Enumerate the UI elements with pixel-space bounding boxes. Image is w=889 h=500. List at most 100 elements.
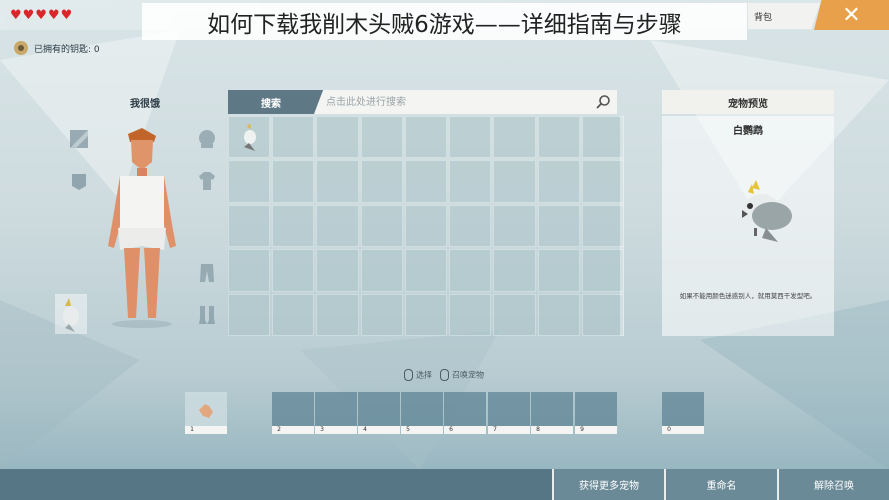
- pet-preview-title: 宠物预览: [728, 98, 768, 110]
- inventory-slot[interactable]: [272, 293, 315, 336]
- inventory-slot[interactable]: [493, 204, 536, 248]
- inventory-slot[interactable]: [404, 116, 448, 159]
- hotbar-slot[interactable]: 5: [401, 392, 443, 434]
- inventory-slot[interactable]: [272, 249, 315, 292]
- shirt-slot-icon[interactable]: [196, 170, 218, 192]
- pet-preview-header: 宠物预览: [662, 90, 834, 114]
- search-box: [314, 90, 617, 114]
- inventory-slot[interactable]: [581, 204, 624, 248]
- inventory-slot[interactable]: [228, 204, 271, 248]
- pet-preview-panel: 白鹦鹉 如果不能用颜色迷惑别人，就用莫西干发型吧。: [662, 116, 834, 336]
- hotbar-slot-number: 1: [190, 426, 194, 433]
- cockatoo-pet-image: [742, 180, 792, 242]
- weapon-slot-icon[interactable]: [68, 128, 90, 150]
- pet-name: 白鹦鹉: [733, 126, 763, 137]
- inventory-slot[interactable]: [360, 293, 403, 336]
- inventory-slot[interactable]: [581, 116, 624, 159]
- head-slot-icon[interactable]: [196, 128, 218, 150]
- inventory-slot[interactable]: [581, 249, 624, 292]
- inventory-slot[interactable]: [537, 293, 580, 336]
- inventory-slot[interactable]: [404, 204, 448, 248]
- inventory-slot[interactable]: [537, 116, 580, 159]
- hotbar-slot[interactable]: 0: [662, 392, 704, 434]
- inventory-slot[interactable]: [493, 293, 536, 336]
- search-input[interactable]: [326, 90, 586, 114]
- summon-hint: 召唤宠物: [440, 369, 484, 381]
- inventory-grid: [228, 116, 624, 336]
- inventory-slot[interactable]: [449, 293, 492, 336]
- keys-label: 已拥有的钥匙: 0: [34, 44, 100, 55]
- hotbar-slot-number: 8: [536, 426, 540, 433]
- rename-button[interactable]: 重命名: [664, 469, 777, 500]
- select-hint-label: 选择: [416, 370, 432, 380]
- inventory-slot[interactable]: [228, 160, 271, 203]
- hotbar-slot-number: 7: [493, 426, 497, 433]
- cockatoo-pet-icon: [244, 123, 256, 151]
- inventory-slot[interactable]: [537, 160, 580, 203]
- character-status: 我很饿: [130, 99, 160, 110]
- armor-slot-icon[interactable]: [68, 170, 90, 192]
- inventory-slot[interactable]: [493, 160, 536, 203]
- inventory-slot[interactable]: [360, 204, 403, 248]
- page-title-banner: 如何下载我削木头贼6游戏——详细指南与步骤: [142, 3, 747, 40]
- hotbar-slot[interactable]: 3: [315, 392, 357, 434]
- inventory-slot[interactable]: [316, 160, 359, 203]
- key-icon: [14, 41, 28, 55]
- hotbar-slot[interactable]: 7: [488, 392, 530, 434]
- inventory-slot[interactable]: [537, 204, 580, 248]
- inventory-slot[interactable]: [272, 160, 315, 203]
- inventory-slot[interactable]: [360, 116, 403, 159]
- hotbar-slot[interactable]: 9: [575, 392, 617, 434]
- inventory-slot[interactable]: [316, 249, 359, 292]
- hotbar-slot[interactable]: 4: [358, 392, 400, 434]
- hand-icon: [199, 404, 213, 418]
- get-more-pets-label: 获得更多宠物: [579, 481, 639, 492]
- inventory-slot[interactable]: [404, 249, 448, 292]
- mouse-left-icon: [404, 369, 413, 381]
- inventory-slot[interactable]: [493, 249, 536, 292]
- inventory-slot[interactable]: [404, 160, 448, 203]
- inventory-slot[interactable]: [360, 160, 403, 203]
- inventory-slot[interactable]: [316, 116, 359, 159]
- hotbar-slot-number: 9: [580, 426, 584, 433]
- boots-slot-icon[interactable]: [196, 304, 218, 326]
- search-tab[interactable]: 搜索: [228, 90, 324, 114]
- inventory-slot[interactable]: [316, 204, 359, 248]
- inventory-slot[interactable]: [449, 160, 492, 203]
- inventory-slot[interactable]: [360, 249, 403, 292]
- inventory-slot[interactable]: [449, 116, 492, 159]
- get-more-pets-button[interactable]: 获得更多宠物: [552, 469, 664, 500]
- hotbar-slot[interactable]: 8: [531, 392, 573, 434]
- inventory-slot[interactable]: [404, 293, 448, 336]
- hotbar-slot[interactable]: 2: [272, 392, 314, 434]
- close-icon: ✕: [842, 2, 861, 28]
- inventory-slot[interactable]: [316, 293, 359, 336]
- player-character: [108, 128, 176, 328]
- inventory-slot[interactable]: [493, 116, 536, 159]
- pet-equip-slot[interactable]: [55, 294, 87, 334]
- pet-description: 如果不能用颜色迷惑别人，就用莫西干发型吧。: [679, 292, 817, 300]
- inventory-slot[interactable]: [581, 293, 624, 336]
- inventory-slot[interactable]: [449, 249, 492, 292]
- rename-label: 重命名: [706, 481, 737, 492]
- dismiss-pet-button[interactable]: 解除召唤: [777, 469, 889, 500]
- inventory-slot[interactable]: [581, 160, 624, 203]
- pants-slot-icon[interactable]: [196, 262, 218, 284]
- inventory-slot[interactable]: [228, 249, 271, 292]
- close-button[interactable]: ✕: [814, 0, 889, 30]
- search-icon[interactable]: [595, 94, 611, 110]
- tab-bag[interactable]: 背包: [748, 3, 820, 29]
- summon-hint-label: 召唤宠物: [452, 370, 484, 380]
- hotbar-slot-number: 6: [449, 426, 453, 433]
- inventory-slot[interactable]: [449, 204, 492, 248]
- inventory-slot[interactable]: [272, 116, 315, 159]
- inventory-slot[interactable]: [228, 116, 271, 159]
- inventory-slot[interactable]: [228, 293, 271, 336]
- hotbar-slot[interactable]: 1: [185, 392, 227, 434]
- control-hints: 选择 召唤宠物: [404, 369, 484, 381]
- hotbar-slot[interactable]: 6: [444, 392, 486, 434]
- inventory-slot[interactable]: [272, 204, 315, 248]
- search-tab-label: 搜索: [261, 98, 281, 110]
- inventory-scrollbar[interactable]: [620, 116, 624, 336]
- inventory-slot[interactable]: [537, 249, 580, 292]
